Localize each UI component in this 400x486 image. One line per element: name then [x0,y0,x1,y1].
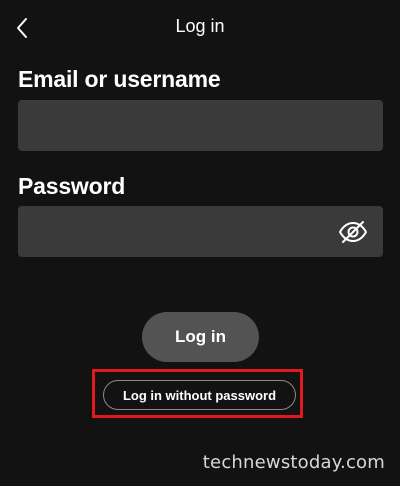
password-input[interactable] [18,206,383,257]
login-button[interactable]: Log in [142,312,259,362]
password-label: Password [18,173,126,199]
eye-off-icon [339,221,367,243]
toggle-password-visibility-button[interactable] [337,218,369,246]
login-screen: Log in Email or username Password Log in… [0,0,400,486]
email-label: Email or username [18,66,221,92]
login-without-password-button[interactable]: Log in without password [103,380,296,410]
email-input[interactable] [18,100,383,151]
header: Log in [0,0,400,56]
watermark: technewstoday.com [202,452,385,473]
page-title: Log in [175,16,225,36]
